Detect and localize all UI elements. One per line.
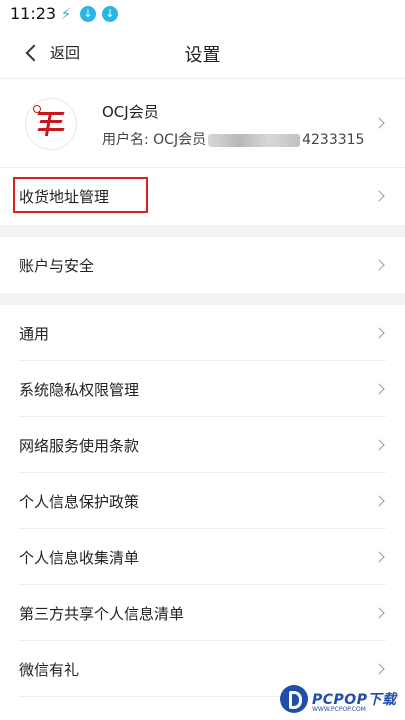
profile-card[interactable]: OCJ会员 用户名: OCJ会员 4233315 (0, 79, 405, 168)
profile-username: 用户名: OCJ会员 4233315 (102, 129, 364, 149)
nav-bar: 返回 设置 (0, 28, 405, 79)
menu-item-privacy-permissions[interactable]: 系统隐私权限管理 (0, 361, 405, 417)
menu-item-label: 系统隐私权限管理 (19, 381, 140, 399)
menu-item-label: 第三方共享个人信息清单 (19, 605, 185, 623)
watermark: PCPOP下载 WWW.PCPOP.COM (278, 683, 405, 720)
status-time: 11:23 (10, 4, 57, 23)
menu-item-label: 个人信息保护政策 (19, 493, 140, 511)
menu-item-info-collection[interactable]: 个人信息收集清单 (0, 529, 405, 585)
pcpop-logo-icon (280, 685, 308, 713)
dongfang-logo-icon (37, 112, 66, 136)
section-gap (0, 225, 405, 237)
menu-item-label: 个人信息收集清单 (19, 549, 140, 567)
status-icons: ⚡ ↓ ↓ (58, 6, 118, 22)
menu-item-account-security[interactable]: 账户与安全 (0, 237, 405, 293)
chevron-right-icon (373, 663, 385, 675)
chevron-right-icon (373, 439, 385, 451)
username-prefix: 用户名: OCJ会员 (102, 132, 207, 148)
menu-item-general[interactable]: 通用 (0, 305, 405, 361)
lightning-icon: ⚡ (60, 5, 72, 23)
watermark-url: WWW.PCPOP.COM (312, 706, 366, 713)
chevron-right-icon (373, 495, 385, 507)
download-icon: ↓ (102, 6, 118, 22)
chevron-right-icon (373, 383, 385, 395)
menu-item-third-party-sharing[interactable]: 第三方共享个人信息清单 (0, 585, 405, 641)
username-suffix: 4233315 (302, 132, 365, 148)
menu-item-label: 微信有礼 (19, 661, 80, 679)
download-icon: ↓ (80, 6, 96, 22)
chevron-right-icon (373, 551, 385, 563)
page-title: 设置 (184, 45, 221, 66)
chevron-right-icon (373, 190, 385, 202)
profile-name: OCJ会员 (102, 103, 159, 121)
section-gap (0, 293, 405, 305)
avatar (25, 98, 77, 150)
chevron-right-icon (373, 607, 385, 619)
redacted-block (208, 133, 301, 147)
menu-item-label: 网络服务使用条款 (19, 437, 140, 455)
chevron-right-icon (373, 327, 385, 339)
menu-item-label: 账户与安全 (19, 257, 95, 275)
menu-item-service-terms[interactable]: 网络服务使用条款 (0, 417, 405, 473)
chevron-right-icon (373, 117, 385, 129)
highlight-box (13, 177, 148, 213)
menu-item-label: 通用 (19, 325, 50, 343)
status-bar: 11:23 ⚡ ↓ ↓ (0, 0, 405, 28)
menu-item-privacy-policy[interactable]: 个人信息保护政策 (0, 473, 405, 529)
chevron-right-icon (373, 259, 385, 271)
